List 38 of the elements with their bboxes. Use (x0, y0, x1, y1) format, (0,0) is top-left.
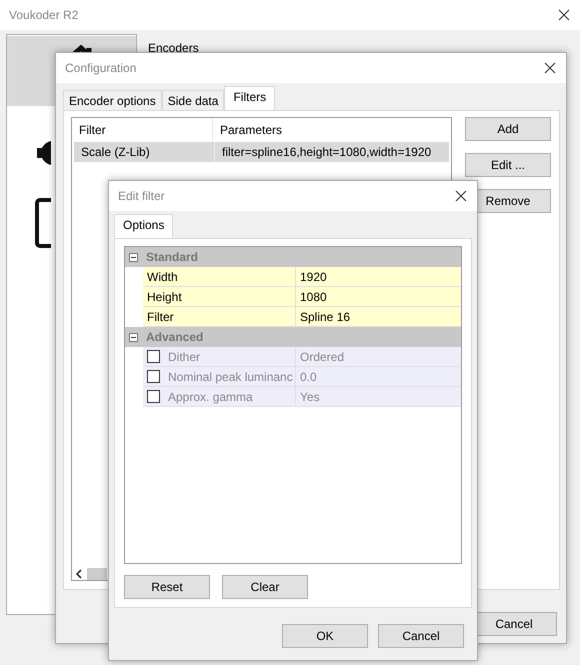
close-icon[interactable] (558, 9, 570, 21)
checkbox[interactable] (147, 390, 160, 403)
property-value[interactable]: Spline 16 (296, 307, 350, 326)
property-value[interactable]: 1920 (296, 267, 327, 286)
property-name: Nominal peak luminanc (168, 370, 293, 384)
property-name: Dither (168, 350, 200, 364)
table-cell: Scale (Z-Lib) (74, 142, 215, 162)
action-button[interactable]: Add (465, 117, 551, 141)
checkbox[interactable] (147, 350, 160, 363)
collapse-icon[interactable] (129, 332, 138, 342)
action-button[interactable]: Reset (124, 575, 210, 599)
dialog-button[interactable]: OK (282, 624, 368, 648)
category-label: Standard (146, 250, 198, 264)
property-name: Height (147, 290, 182, 304)
window-title: Voukoder R2 (9, 8, 78, 22)
close-icon[interactable] (544, 62, 556, 74)
category-label: Advanced (146, 330, 204, 344)
scrollbar-thumb[interactable] (87, 568, 107, 580)
window-title: Edit filter (118, 189, 165, 203)
action-button[interactable]: Edit ... (465, 153, 551, 177)
dialog-button[interactable]: Cancel (378, 624, 464, 648)
window-title: Configuration (65, 61, 136, 75)
table-cell-text: filter=spline16,height=1080,width=1920 (221, 145, 432, 159)
close-icon[interactable] (455, 190, 467, 202)
tab[interactable]: Encoder options (63, 90, 162, 110)
collapse-icon[interactable] (129, 252, 138, 262)
property-name: Approx. gamma (168, 390, 253, 404)
tab[interactable]: Filters (224, 86, 276, 110)
list-row[interactable]: Scale (Z-Lib) filter=spline16,height=1080,width=1920 (74, 142, 449, 162)
property-name: Width (147, 270, 178, 284)
tab[interactable]: Options (114, 214, 174, 238)
tab[interactable]: Side data (162, 90, 224, 110)
checkbox[interactable] (147, 370, 160, 383)
column-header[interactable]: Parameters (213, 123, 451, 137)
property-value[interactable]: 1080 (296, 287, 327, 306)
group-label: Encoders (148, 41, 199, 55)
action-button[interactable]: Clear (222, 575, 308, 599)
property-name: Filter (147, 310, 174, 324)
